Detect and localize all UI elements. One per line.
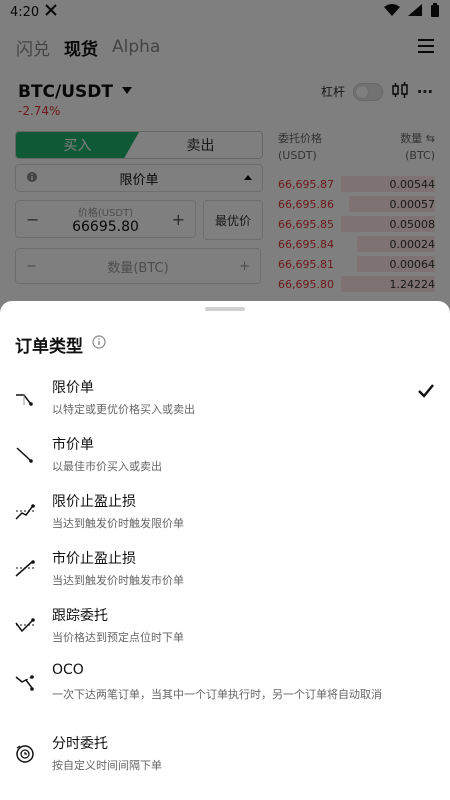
option-title: 市价止盈止损 <box>52 551 136 567</box>
order-option-market-tpsl[interactable]: 市价止盈止损 当达到触发价时触发市价单 <box>0 546 450 596</box>
order-option-twap[interactable]: 分时委托 按自定义时间间隔下单 <box>0 731 450 781</box>
twap-icon <box>14 743 36 769</box>
option-title: OCO <box>52 662 84 678</box>
market-tpsl-icon <box>14 558 36 584</box>
option-title: 跟踪委托 <box>52 608 108 624</box>
option-desc: 当达到触发价时触发限价单 <box>52 517 184 530</box>
trailing-icon <box>14 615 36 641</box>
order-type-sheet: 订单类型 限价单 以特定或更优价格买入或卖出 市价单 以最佳市价买入或卖出 限价… <box>0 301 450 800</box>
option-desc: 以特定或更优价格买入或卖出 <box>52 403 195 416</box>
check-icon <box>418 383 434 402</box>
sheet-title: 订单类型 <box>15 337 83 357</box>
market-icon <box>14 444 36 470</box>
order-option-trailing[interactable]: 跟踪委托 当价格达到预定点位时下单 <box>0 603 450 653</box>
drag-handle[interactable] <box>205 307 245 311</box>
option-title: 分时委托 <box>52 736 108 752</box>
option-desc: 当达到触发价时触发市价单 <box>52 574 184 587</box>
option-title: 市价单 <box>52 437 94 453</box>
option-desc: 当价格达到预定点位时下单 <box>52 631 184 644</box>
oco-icon <box>14 672 36 698</box>
order-option-limit-tpsl[interactable]: 限价止盈止损 当达到触发价时触发限价单 <box>0 489 450 539</box>
order-option-limit[interactable]: 限价单 以特定或更优价格买入或卖出 <box>0 375 450 425</box>
info-icon[interactable] <box>92 334 106 353</box>
order-option-market[interactable]: 市价单 以最佳市价买入或卖出 <box>0 432 450 482</box>
option-desc: 按自定义时间间隔下单 <box>52 759 162 772</box>
option-title: 限价单 <box>52 380 94 396</box>
limit-tpsl-icon <box>14 501 36 527</box>
option-desc: 一次下达两笔订单，当其中一个订单执行时，另一个订单将自动取消 <box>52 688 382 701</box>
order-option-oco[interactable]: OCO 一次下达两笔订单，当其中一个订单执行时，另一个订单将自动取消 <box>0 660 450 718</box>
option-title: 限价止盈止损 <box>52 494 136 510</box>
option-desc: 以最佳市价买入或卖出 <box>52 460 162 473</box>
limit-icon <box>14 387 36 413</box>
